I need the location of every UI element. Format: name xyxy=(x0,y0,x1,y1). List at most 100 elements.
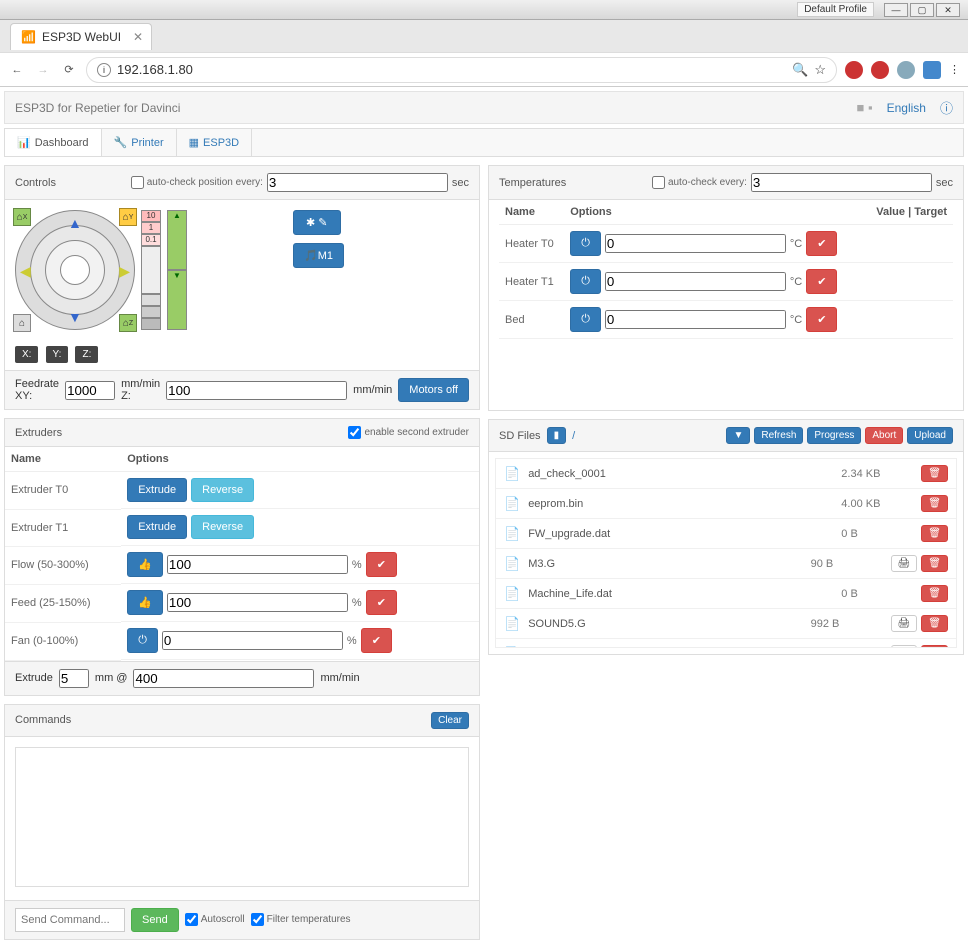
heater-apply-button[interactable]: ✔ xyxy=(806,231,837,256)
maximize-button[interactable]: ▢ xyxy=(910,3,934,17)
arrow-left-icon[interactable]: ◀ xyxy=(20,263,31,280)
sd-abort-button[interactable]: Abort xyxy=(865,427,903,444)
arrow-right-icon[interactable]: ▶ xyxy=(119,263,130,280)
file-row[interactable]: 📄 Machine_Life.dat 0 B 🗑 xyxy=(496,579,956,609)
feed-apply-button[interactable]: ✔ xyxy=(366,590,397,615)
autocheck-temp-input[interactable] xyxy=(751,173,932,192)
sd-filter-button[interactable]: ▼ xyxy=(726,427,750,444)
menu-icon[interactable]: ⋮ xyxy=(949,63,960,76)
arrow-down-icon[interactable]: ▼ xyxy=(68,309,82,325)
heater-temp-input[interactable] xyxy=(605,310,786,329)
jog-wheel[interactable]: ⌂X ⌂Y ⌂ ⌂Z ▲ ▼ ◀ ▶ xyxy=(15,210,135,330)
search-icon[interactable]: 🔍 xyxy=(792,62,808,78)
extension-icon-3[interactable] xyxy=(897,61,915,79)
motors-off-button[interactable]: Motors off xyxy=(398,378,469,402)
delete-file-button[interactable]: 🗑 xyxy=(921,555,948,572)
close-window-button[interactable]: ✕ xyxy=(936,3,960,17)
heater-power-button[interactable]: ⏻ xyxy=(570,307,601,332)
reverse-t0-button[interactable]: Reverse xyxy=(191,478,254,502)
autocheck-position-input[interactable] xyxy=(267,173,448,192)
file-list[interactable]: 📄 ad_check_0001 2.34 KB 🗑📄 eeprom.bin 4.… xyxy=(495,458,957,648)
command-input[interactable] xyxy=(15,908,125,932)
extrude-t1-button[interactable]: Extrude xyxy=(127,515,187,539)
url-field[interactable]: i 192.168.1.80 🔍 ☆ xyxy=(86,57,837,83)
window-title-bar: Default Profile — ▢ ✕ xyxy=(0,0,968,20)
print-file-button[interactable]: 🖨 xyxy=(891,645,918,648)
forward-icon[interactable]: → xyxy=(34,61,52,79)
file-row[interactable]: 📄 eeprom.bin 4.00 KB 🗑 xyxy=(496,489,956,519)
heater-apply-button[interactable]: ✔ xyxy=(806,307,837,332)
minimize-button[interactable]: — xyxy=(884,3,908,17)
fan-apply-button[interactable]: ✔ xyxy=(361,628,392,653)
flow-apply-button[interactable]: ✔ xyxy=(366,552,397,577)
extension-icon-1[interactable] xyxy=(845,61,863,79)
extension-icon-2[interactable] xyxy=(871,61,889,79)
browser-chrome: Default Profile — ▢ ✕ 📶 ESP3D WebUI ✕ ← … xyxy=(0,0,968,87)
m1-button[interactable]: 🎵 M1 xyxy=(293,243,344,268)
camera-icon[interactable]: ■ ▪ xyxy=(857,100,873,115)
home-xy-button[interactable]: ⌂X xyxy=(13,208,31,226)
tab-esp3d[interactable]: ▦ ESP3D xyxy=(177,129,252,156)
extrude-speed-input[interactable] xyxy=(133,669,314,688)
file-row[interactable]: 📄 SOUND5.G 992 B 🖨🗑 xyxy=(496,609,956,639)
feedrate-xy-input[interactable] xyxy=(65,381,115,400)
sd-refresh-button[interactable]: Refresh xyxy=(754,427,803,444)
fan-input[interactable] xyxy=(162,631,343,650)
home-y-button[interactable]: ⌂Y xyxy=(119,208,137,226)
about-icon[interactable]: ⓘ xyxy=(940,98,953,117)
file-row[interactable]: 📄 FW_upgrade.dat 0 B 🗑 xyxy=(496,519,956,549)
language-link[interactable]: English xyxy=(887,101,926,115)
delete-file-button[interactable]: 🗑 xyxy=(921,525,948,542)
heater-apply-button[interactable]: ✔ xyxy=(806,269,837,294)
fan-power-button[interactable]: ⏻ xyxy=(127,628,158,653)
sd-card-icon[interactable]: ▮ xyxy=(547,427,567,444)
flow-reset-button[interactable]: 👍 xyxy=(127,552,163,577)
reverse-t1-button[interactable]: Reverse xyxy=(191,515,254,539)
file-row[interactable]: 📄 M3.G 90 B 🖨🗑 xyxy=(496,549,956,579)
heater-temp-input[interactable] xyxy=(605,272,786,291)
sd-path[interactable]: / xyxy=(572,430,575,442)
z-arrow-strip[interactable]: ▲ ▼ xyxy=(167,210,187,330)
home-all-button[interactable]: ⌂ xyxy=(13,314,31,332)
heater-power-button[interactable]: ⏻ xyxy=(570,269,601,294)
autoscroll-checkbox[interactable]: Autoscroll xyxy=(185,913,245,926)
flow-input[interactable] xyxy=(167,555,348,574)
extrude-t0-button[interactable]: Extrude xyxy=(127,478,187,502)
tab-close-icon[interactable]: ✕ xyxy=(133,30,143,44)
home-z-button[interactable]: ⌂Z xyxy=(119,314,137,332)
emergency-stop-button[interactable]: ✱ ✎ xyxy=(293,210,341,235)
feedrate-z-input[interactable] xyxy=(166,381,347,400)
arrow-up-icon[interactable]: ▲ xyxy=(68,215,82,231)
file-row[interactable]: 📄 ad_check_0001 2.34 KB 🗑 xyxy=(496,459,956,489)
send-command-button[interactable]: Send xyxy=(131,908,179,932)
autocheck-temp-checkbox[interactable]: auto-check every: xyxy=(652,176,747,189)
sd-progress-button[interactable]: Progress xyxy=(807,427,861,444)
delete-file-button[interactable]: 🗑 xyxy=(921,585,948,602)
delete-file-button[interactable]: 🗑 xyxy=(921,615,948,632)
delete-file-button[interactable]: 🗑 xyxy=(921,645,948,648)
heater-power-button[interactable]: ⏻ xyxy=(570,231,601,256)
tab-dashboard[interactable]: 📊 Dashboard xyxy=(5,129,102,156)
print-file-button[interactable]: 🖨 xyxy=(891,615,918,632)
file-row[interactable]: 📄 SOUND7.G 992 B 🖨🗑 xyxy=(496,639,956,648)
filter-temp-checkbox[interactable]: Filter temperatures xyxy=(251,913,351,926)
tab-printer[interactable]: 🔧 Printer xyxy=(102,129,177,156)
feed-input[interactable] xyxy=(167,593,348,612)
sd-upload-button[interactable]: Upload xyxy=(907,427,953,444)
feed-reset-button[interactable]: 👍 xyxy=(127,590,163,615)
print-file-button[interactable]: 🖨 xyxy=(891,555,918,572)
enable-second-extruder-checkbox[interactable]: enable second extruder xyxy=(348,426,469,439)
extrude-length-input[interactable] xyxy=(59,669,89,688)
clear-commands-button[interactable]: Clear xyxy=(431,712,469,729)
autocheck-position-checkbox[interactable]: auto-check position every: xyxy=(131,176,263,189)
heater-temp-input[interactable] xyxy=(605,234,786,253)
browser-tab[interactable]: 📶 ESP3D WebUI ✕ xyxy=(10,23,152,50)
extension-icon-4[interactable] xyxy=(923,61,941,79)
delete-file-button[interactable]: 🗑 xyxy=(921,495,948,512)
reload-icon[interactable]: ⟳ xyxy=(60,61,78,79)
z-jog-strip[interactable]: 10 1 0.1 xyxy=(141,210,161,330)
back-icon[interactable]: ← xyxy=(8,61,26,79)
extruders-title: Extruders xyxy=(15,427,62,439)
delete-file-button[interactable]: 🗑 xyxy=(921,465,948,482)
bookmark-icon[interactable]: ☆ xyxy=(814,62,826,78)
